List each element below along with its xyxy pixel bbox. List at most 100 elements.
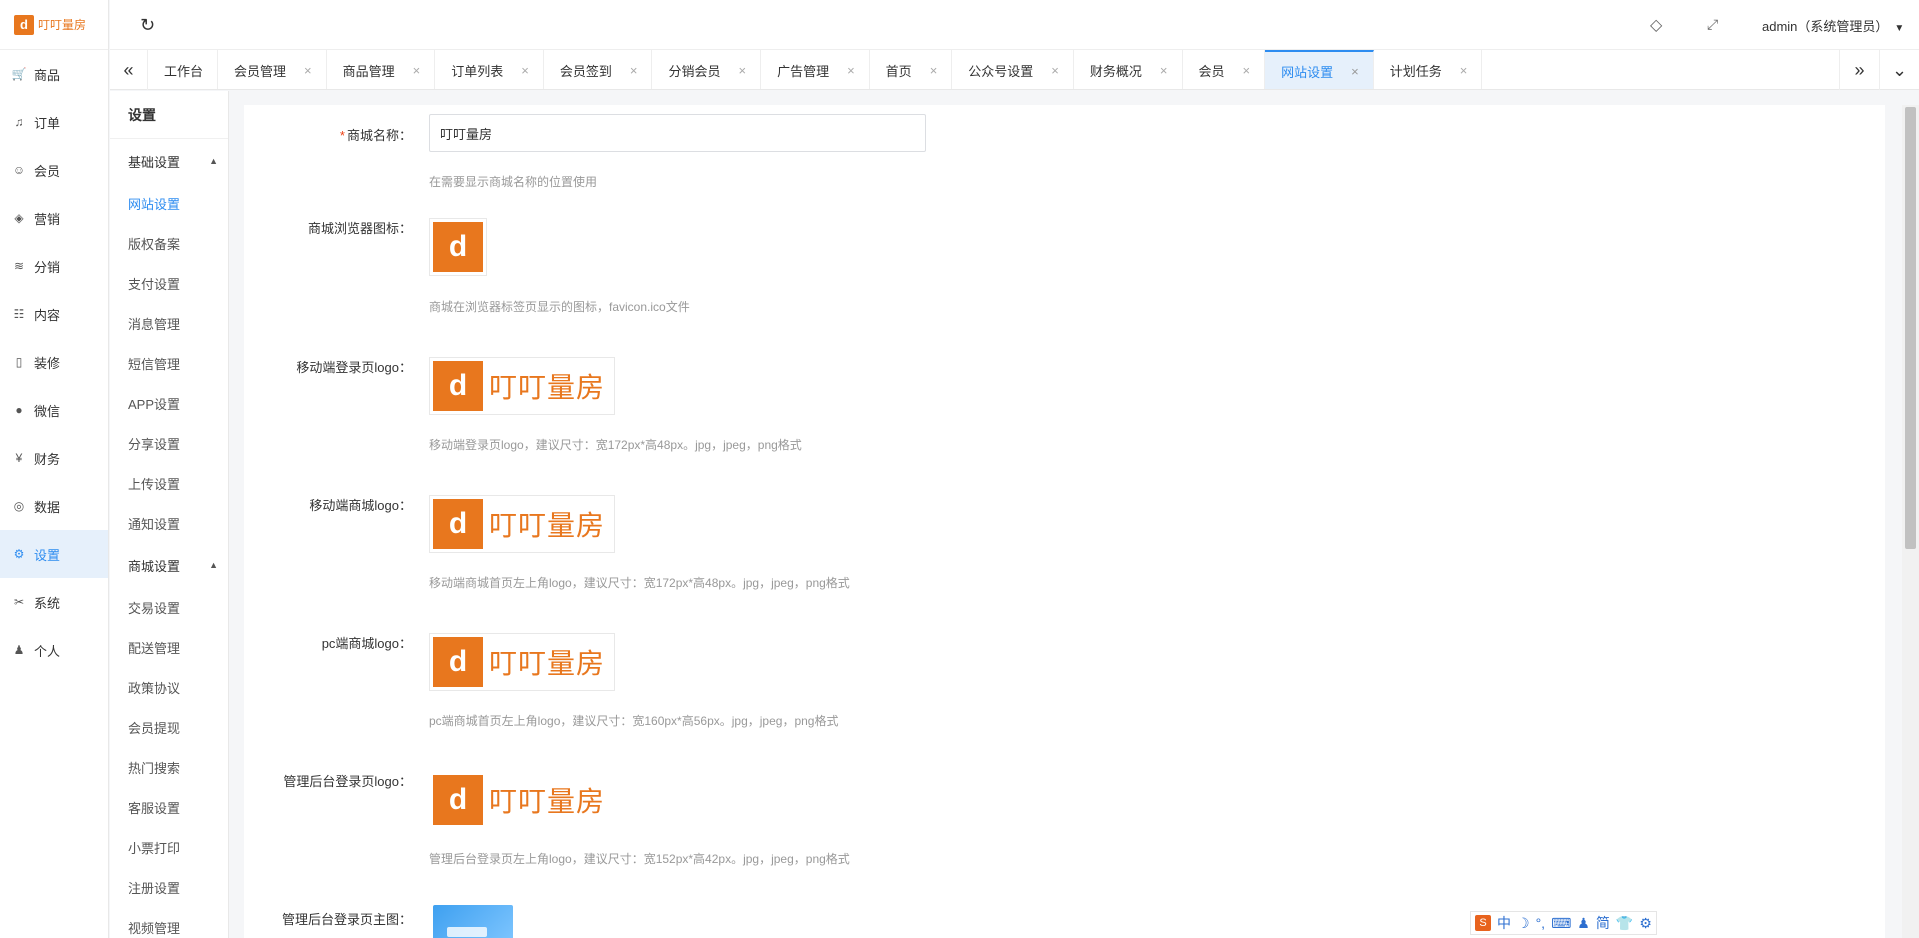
scrollbar-thumb[interactable]	[1905, 107, 1916, 549]
bell-icon: ♫	[14, 115, 24, 129]
mobile-shop-logo-image[interactable]: d 叮叮量房	[429, 495, 616, 553]
submenu-group[interactable]: 基础设置 ▲	[110, 139, 228, 183]
close-icon[interactable]: ×	[930, 63, 938, 78]
close-icon[interactable]: ×	[1460, 63, 1468, 78]
refresh-icon[interactable]: ↻	[140, 15, 155, 36]
ime-item[interactable]: °,	[1536, 915, 1546, 931]
nav-item-user[interactable]: ☺ 会员	[0, 146, 108, 194]
submenu-item[interactable]: 上传设置	[110, 463, 228, 503]
close-icon[interactable]: ×	[1243, 63, 1251, 78]
ime-item[interactable]: 中	[1497, 913, 1511, 933]
nav-item-label: 装修	[34, 355, 61, 371]
nav-item-phone[interactable]: ▯ 装修	[0, 338, 108, 386]
tabs-menu-icon[interactable]: ⌄	[1879, 50, 1919, 90]
logo-mark-icon: d	[14, 14, 34, 35]
close-icon[interactable]: ×	[521, 63, 529, 78]
submenu-item[interactable]: 政策协议	[110, 667, 228, 707]
submenu-group[interactable]: 商城设置 ▲	[110, 543, 228, 587]
submenu-item[interactable]: 客服设置	[110, 787, 228, 827]
close-icon[interactable]: ×	[847, 63, 855, 78]
submenu-group-label: 基础设置	[128, 154, 181, 170]
nav-item-yen[interactable]: ¥ 财务	[0, 434, 108, 482]
submenu-item[interactable]: 消息管理	[110, 303, 228, 343]
tab-8[interactable]: 公众号设置 ×	[952, 50, 1074, 89]
submenu-item[interactable]: 配送管理	[110, 627, 228, 667]
nav-item-person[interactable]: ♟ 个人	[0, 626, 108, 674]
close-icon[interactable]: ×	[1160, 63, 1168, 78]
tab-12[interactable]: 计划任务 ×	[1374, 50, 1483, 89]
submenu-item[interactable]: 会员提现	[110, 707, 228, 747]
mobile-login-logo-hint: 移动端登录页logo，建议尺寸：宽172px*高48px。jpg，jpeg，pn…	[429, 438, 802, 452]
ime-item[interactable]: ⌨	[1551, 915, 1571, 932]
nav-item-label: 个人	[34, 643, 61, 659]
close-icon[interactable]: ×	[1351, 64, 1359, 79]
tabs-scroll-right-icon[interactable]: »	[1839, 50, 1879, 90]
tab-0[interactable]: 工作台	[148, 50, 219, 89]
nav-item-globe[interactable]: ◎ 数据	[0, 482, 108, 530]
nav-item-book[interactable]: ☷ 内容	[0, 290, 108, 338]
book-icon: ☷	[13, 307, 25, 321]
close-icon[interactable]: ×	[304, 63, 312, 78]
submenu-item[interactable]: 视频管理	[110, 907, 228, 938]
scrollbar[interactable]	[1902, 105, 1919, 938]
submenu-item[interactable]: APP设置	[110, 383, 228, 423]
user-menu[interactable]: admin（系统管理员） ▼	[1762, 16, 1904, 35]
submenu-item[interactable]: 注册设置	[110, 867, 228, 907]
nav-list: 🛒 商品 ♫ 订单 ☺ 会员 ◈ 营销 ≋ 分销 ☷ 内容 ▯ 装修 ● 微信 ¥ 财务 ◎ 数据 ⚙ 设置 ✂ 系统 ♟ 个人	[0, 50, 108, 674]
close-icon[interactable]: ×	[630, 63, 638, 78]
close-icon[interactable]: ×	[738, 63, 746, 78]
tab-4[interactable]: 会员签到 ×	[544, 50, 653, 89]
close-icon[interactable]: ×	[1051, 63, 1059, 78]
submenu-item[interactable]: 热门搜索	[110, 747, 228, 787]
nav-item-label: 微信	[34, 403, 61, 419]
submenu-item[interactable]: 短信管理	[110, 343, 228, 383]
nav-item-gear[interactable]: ⚙ 设置	[0, 530, 108, 578]
ime-item[interactable]: ☽	[1517, 915, 1530, 932]
submenu-item[interactable]: 交易设置	[110, 587, 228, 627]
submenu-item[interactable]: 版权备案	[110, 223, 228, 263]
mobile-login-logo-image[interactable]: d 叮叮量房	[429, 357, 616, 415]
nav-item-cart[interactable]: 🛒 商品	[0, 50, 108, 98]
admin-login-logo-image[interactable]: d 叮叮量房	[429, 771, 616, 829]
favicon-image[interactable]: d	[429, 218, 487, 276]
fullscreen-icon[interactable]: ⤢	[1707, 16, 1718, 33]
shop-name-input[interactable]: 叮叮量房	[429, 114, 926, 152]
submenu-item[interactable]: 支付设置	[110, 263, 228, 303]
tab-11[interactable]: 网站设置 ×	[1265, 50, 1374, 89]
tab-label: 会员签到	[559, 63, 612, 79]
sogou-icon[interactable]: S	[1475, 915, 1491, 931]
admin-login-banner-image[interactable]	[429, 901, 517, 938]
nav-item-layers[interactable]: ≋ 分销	[0, 242, 108, 290]
brand-logo[interactable]: d 叮叮量房	[0, 0, 108, 50]
submenu-item[interactable]: 通知设置	[110, 503, 228, 543]
nav-item-bell[interactable]: ♫ 订单	[0, 98, 108, 146]
nav-item-tools[interactable]: ✂ 系统	[0, 578, 108, 626]
logo-mark-icon: d	[433, 499, 483, 549]
tag-icon[interactable]: ◇	[1650, 15, 1662, 35]
tab-2[interactable]: 商品管理 ×	[327, 50, 436, 89]
nav-item-label: 分销	[34, 259, 61, 275]
admin-login-logo-hint: 管理后台登录页左上角logo，建议尺寸：宽152px*高42px。jpg，jpe…	[429, 852, 850, 866]
tab-9[interactable]: 财务概况 ×	[1074, 50, 1183, 89]
ime-item[interactable]: ♟	[1577, 915, 1590, 932]
ime-item[interactable]: 简	[1596, 913, 1610, 933]
close-icon[interactable]: ×	[413, 63, 421, 78]
nav-item-cube[interactable]: ◈ 营销	[0, 194, 108, 242]
submenu-item[interactable]: 分享设置	[110, 423, 228, 463]
submenu-item[interactable]: 小票打印	[110, 827, 228, 867]
nav-item-wechat[interactable]: ● 微信	[0, 386, 108, 434]
tab-6[interactable]: 广告管理 ×	[761, 50, 870, 89]
tab-1[interactable]: 会员管理 ×	[218, 50, 327, 89]
tab-10[interactable]: 会员 ×	[1183, 50, 1266, 89]
tabs-scroll-left-icon[interactable]: «	[110, 50, 148, 90]
tab-3[interactable]: 订单列表 ×	[435, 50, 544, 89]
submenu-item[interactable]: 网站设置	[110, 183, 228, 223]
ime-item[interactable]: ⚙	[1639, 915, 1652, 932]
tab-label: 商品管理	[342, 63, 395, 79]
favicon-label: 商城浏览器图标：	[307, 221, 412, 236]
tab-7[interactable]: 首页 ×	[870, 50, 953, 89]
top-header: ↻ ◇ ⤢ admin（系统管理员） ▼	[110, 0, 1919, 50]
pc-shop-logo-image[interactable]: d 叮叮量房	[429, 633, 616, 691]
tab-5[interactable]: 分销会员 ×	[652, 50, 762, 89]
ime-item[interactable]: 👕	[1616, 915, 1633, 932]
